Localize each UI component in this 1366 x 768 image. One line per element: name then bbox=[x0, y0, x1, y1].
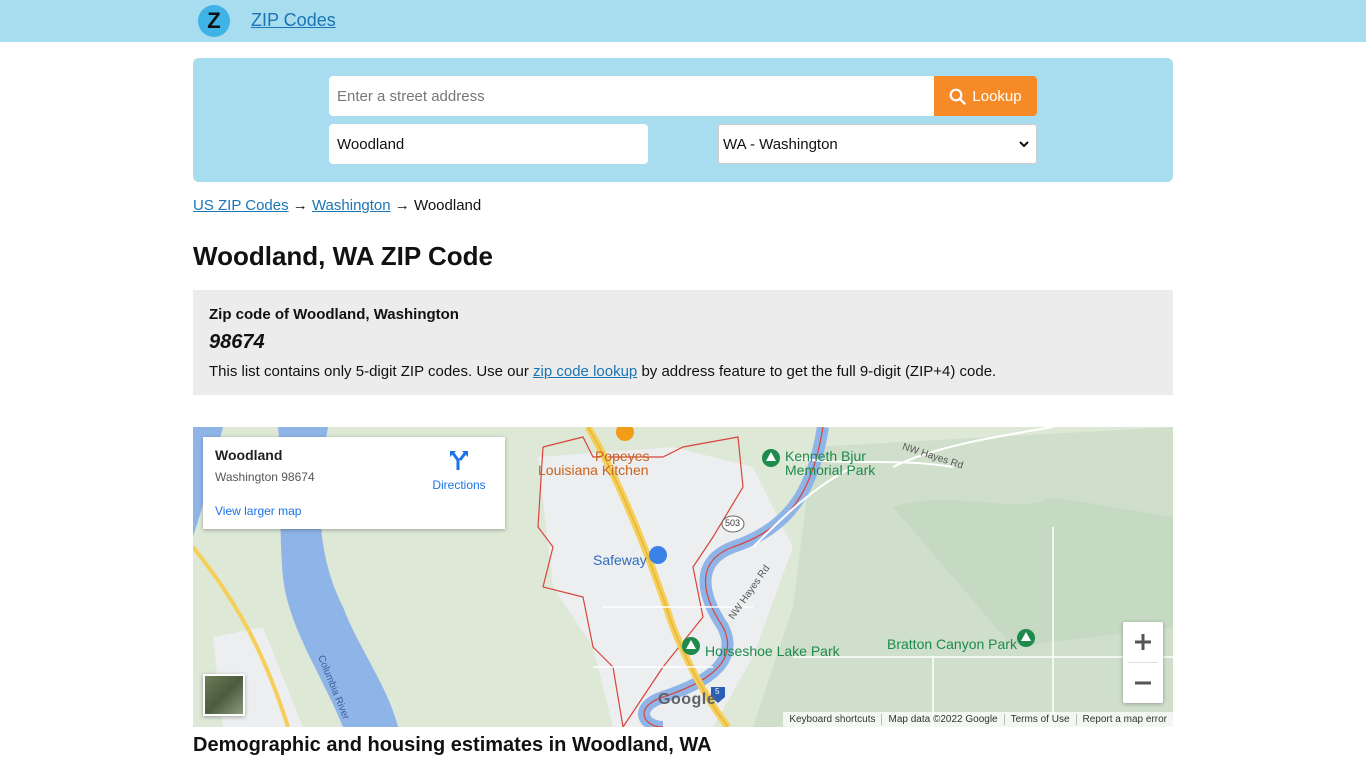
breadcrumb-current: Woodland bbox=[413, 197, 482, 214]
park-pin-icon[interactable] bbox=[682, 637, 700, 655]
view-larger-map-link[interactable]: View larger map bbox=[215, 504, 301, 518]
plus-icon bbox=[1135, 634, 1151, 650]
breadcrumb-separator: → bbox=[292, 197, 308, 214]
map-place-name: Woodland bbox=[215, 447, 283, 463]
report-map-error-link[interactable]: Report a map error bbox=[1075, 714, 1173, 725]
route-503-label: 503 bbox=[725, 518, 741, 528]
google-logo: Google bbox=[658, 691, 717, 708]
embedded-map[interactable]: Popeyes Louisiana Kitchen Kenneth Bjur M… bbox=[193, 427, 1173, 727]
map-label-louisiana-kitchen[interactable]: Louisiana Kitchen bbox=[538, 462, 649, 478]
state-select[interactable]: WA - Washington bbox=[718, 124, 1037, 164]
restaurant-pin-icon[interactable] bbox=[616, 427, 634, 441]
satellite-layer-toggle[interactable] bbox=[203, 674, 245, 716]
terms-of-use-link[interactable]: Terms of Use bbox=[1003, 714, 1076, 725]
map-label-safeway[interactable]: Safeway bbox=[593, 552, 647, 568]
search-panel: Lookup WA - Washington bbox=[193, 58, 1173, 182]
page-title: Woodland, WA ZIP Code bbox=[193, 241, 493, 271]
site-logo[interactable]: Z bbox=[198, 5, 230, 37]
keyboard-shortcuts-link[interactable]: Keyboard shortcuts bbox=[783, 714, 881, 725]
search-icon bbox=[949, 88, 967, 105]
zoom-in-button[interactable] bbox=[1123, 622, 1163, 662]
map-place-subtitle: Washington 98674 bbox=[215, 470, 315, 484]
section-title: Demographic and housing estimates in Woo… bbox=[193, 734, 712, 756]
zoom-control bbox=[1123, 622, 1163, 703]
zip-code-lookup-link[interactable]: zip code lookup bbox=[533, 363, 637, 380]
city-input[interactable] bbox=[329, 124, 648, 164]
top-bar: Z ZIP Codes bbox=[0, 0, 1366, 42]
breadcrumb-separator: → bbox=[394, 197, 410, 214]
map-attribution: Keyboard shortcuts Map data ©2022 Google… bbox=[783, 712, 1173, 727]
lookup-button[interactable]: Lookup bbox=[934, 76, 1037, 116]
minus-icon bbox=[1135, 681, 1151, 685]
map-label-memorial-park[interactable]: Memorial Park bbox=[785, 462, 875, 478]
breadcrumb-us-zip-codes[interactable]: US ZIP Codes bbox=[193, 197, 289, 214]
map-label-horseshoe-lake-park[interactable]: Horseshoe Lake Park bbox=[705, 643, 840, 659]
zip-code-value[interactable]: 98674 bbox=[209, 331, 265, 354]
zoom-out-button[interactable] bbox=[1123, 663, 1163, 703]
zip-heading: Zip code of Woodland, Washington bbox=[209, 306, 459, 323]
directions-icon bbox=[450, 451, 468, 470]
breadcrumb: US ZIP Codes → Washington → Woodland bbox=[193, 197, 481, 214]
zip-note-text-end: by address feature to get the full 9-dig… bbox=[637, 363, 997, 380]
state-select-value: WA - Washington bbox=[723, 135, 838, 153]
park-pin-icon[interactable] bbox=[1017, 629, 1035, 647]
directions-button[interactable]: Directions bbox=[432, 449, 486, 492]
directions-label: Directions bbox=[432, 478, 486, 492]
map-data-text: Map data ©2022 Google bbox=[881, 714, 1003, 725]
zip-note: This list contains only 5-digit ZIP code… bbox=[209, 363, 996, 380]
site-title-link[interactable]: ZIP Codes bbox=[251, 10, 336, 31]
map-label-bratton-canyon-park[interactable]: Bratton Canyon Park bbox=[887, 636, 1017, 652]
address-input[interactable] bbox=[329, 76, 935, 116]
zip-note-text: This list contains only 5-digit ZIP code… bbox=[209, 363, 534, 380]
map-info-card: Woodland Washington 98674 View larger ma… bbox=[203, 437, 505, 529]
park-pin-icon[interactable] bbox=[762, 449, 780, 467]
chevron-down-icon bbox=[1019, 141, 1029, 148]
shopping-pin-icon[interactable] bbox=[649, 546, 667, 564]
lookup-label: Lookup bbox=[972, 87, 1022, 105]
breadcrumb-washington[interactable]: Washington bbox=[312, 197, 391, 214]
zip-info-box: Zip code of Woodland, Washington 98674 T… bbox=[193, 290, 1173, 395]
